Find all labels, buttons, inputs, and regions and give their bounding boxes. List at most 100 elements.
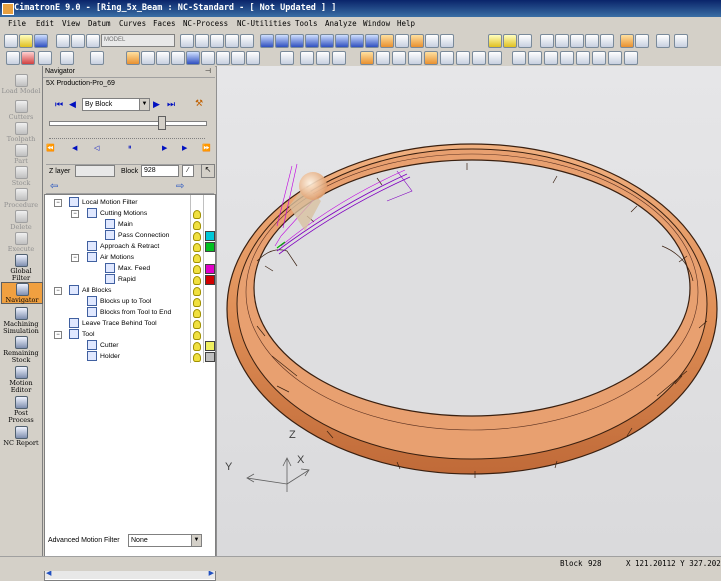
composite-icon[interactable]: [528, 51, 542, 65]
block-input[interactable]: 928: [141, 165, 179, 177]
menu-nc-process[interactable]: NC-Process: [183, 19, 228, 28]
ring-model-canvas[interactable]: Z Y X: [217, 66, 721, 556]
view-user-icon[interactable]: [365, 34, 379, 48]
sketch-icon[interactable]: [280, 51, 294, 65]
global-filter-button[interactable]: Global Filter: [1, 254, 41, 282]
menu-analyze[interactable]: Analyze: [325, 19, 357, 28]
paste-icon[interactable]: [86, 34, 100, 48]
back-arrow-icon[interactable]: [540, 34, 554, 48]
menu-edit[interactable]: Edit: [36, 19, 54, 28]
menu-view[interactable]: View: [62, 19, 80, 28]
boundary-icon[interactable]: [560, 51, 574, 65]
axes-icon[interactable]: [656, 34, 670, 48]
open-folder-icon[interactable]: [19, 34, 33, 48]
visibility-bulb-icon[interactable]: [193, 309, 201, 318]
filter-select-icon[interactable]: [90, 51, 104, 65]
undo-icon[interactable]: [38, 51, 52, 65]
play-icon[interactable]: ▶: [162, 144, 168, 152]
chevron-down-icon[interactable]: ▼: [191, 535, 201, 546]
procedure-button[interactable]: Procedure: [1, 188, 41, 209]
pick-cursor-icon[interactable]: ↖: [201, 164, 215, 178]
last-step-icon[interactable]: ⏭: [167, 99, 175, 110]
pause-icon[interactable]: ⏸: [128, 144, 133, 152]
graphics-viewport[interactable]: Z Y X: [216, 66, 721, 556]
load-model-button[interactable]: Load Model: [1, 74, 41, 95]
menu-datum[interactable]: Datum: [88, 19, 111, 28]
info-icon[interactable]: [186, 51, 200, 65]
polyline-icon[interactable]: [332, 51, 346, 65]
extend-icon[interactable]: [472, 51, 486, 65]
pan-icon[interactable]: [240, 34, 254, 48]
visibility-bulb-icon[interactable]: [193, 276, 201, 285]
menu-curves[interactable]: Curves: [119, 19, 146, 28]
curve-active-icon[interactable]: [360, 51, 374, 65]
copy-icon[interactable]: [71, 34, 85, 48]
blend-icon[interactable]: [592, 51, 606, 65]
nc-active-icon[interactable]: [126, 51, 140, 65]
tool-icon[interactable]: [624, 51, 638, 65]
visibility-icon[interactable]: [518, 34, 532, 48]
motion-editor-button[interactable]: Motion Editor: [1, 366, 41, 394]
tree-item[interactable]: Approach & Retract: [45, 241, 215, 252]
layer-combo[interactable]: MODEL: [101, 34, 175, 47]
show-hide-icon[interactable]: [503, 34, 517, 48]
tool-display-icon[interactable]: ⚒: [195, 98, 207, 110]
visibility-bulb-icon[interactable]: [193, 331, 201, 340]
drive-icon[interactable]: [608, 51, 622, 65]
remaining-stock-button[interactable]: Remaining Stock: [1, 336, 41, 364]
rewind-icon[interactable]: ◀: [72, 144, 78, 152]
nc-list-icon[interactable]: [156, 51, 170, 65]
display-mode-icon[interactable]: [440, 34, 454, 48]
tree-item[interactable]: − Air Motions: [45, 252, 213, 263]
mirror-icon[interactable]: [456, 51, 470, 65]
forward-arrow-icon[interactable]: ⇨: [176, 181, 184, 192]
paint-icon[interactable]: [674, 34, 688, 48]
color-swatch[interactable]: [205, 264, 215, 274]
visibility-bulb-icon[interactable]: [193, 210, 201, 219]
visibility-bulb-icon[interactable]: [193, 353, 201, 362]
block-edit-icon[interactable]: ⁄: [182, 165, 194, 177]
progress-slider-thumb[interactable]: [158, 116, 167, 130]
zoom-icon[interactable]: [225, 34, 239, 48]
offset-icon[interactable]: [440, 51, 454, 65]
back-arrow-icon[interactable]: ⇦: [50, 181, 58, 192]
collapse-toggle[interactable]: −: [71, 254, 79, 262]
view-front-icon[interactable]: [275, 34, 289, 48]
light-bulb-icon[interactable]: [488, 34, 502, 48]
line-icon[interactable]: [300, 51, 314, 65]
render-mode-icon[interactable]: [410, 34, 424, 48]
datum-icon[interactable]: [246, 51, 260, 65]
menu-window[interactable]: Window: [363, 19, 390, 28]
visibility-bulb-icon[interactable]: [193, 287, 201, 296]
fast-rewind-icon[interactable]: ⏪: [46, 144, 56, 152]
wireframe-icon[interactable]: [395, 34, 409, 48]
layers-icon[interactable]: [600, 34, 614, 48]
collapse-toggle[interactable]: −: [54, 287, 62, 295]
view-back-icon[interactable]: [335, 34, 349, 48]
visibility-bulb-icon[interactable]: [193, 320, 201, 329]
color-swatch[interactable]: [205, 275, 215, 285]
trim-icon[interactable]: [376, 51, 390, 65]
tree-item[interactable]: Pass Connection: [45, 230, 215, 241]
pattern-icon[interactable]: [488, 51, 502, 65]
visibility-bulb-icon[interactable]: [193, 221, 201, 230]
advanced-filter-select[interactable]: None ▼: [128, 534, 202, 547]
step-mode-select[interactable]: By Block ▼: [82, 98, 150, 111]
chain-icon[interactable]: [512, 51, 526, 65]
nc-report-button[interactable]: NC Report: [1, 426, 41, 447]
chevron-down-icon[interactable]: ▼: [139, 99, 149, 110]
delete-button[interactable]: Delete: [1, 210, 41, 231]
post-process-button[interactable]: Post Process: [1, 396, 41, 424]
grid-icon[interactable]: [216, 51, 230, 65]
save-icon[interactable]: [34, 34, 48, 48]
rotate-icon[interactable]: [424, 51, 438, 65]
home-icon[interactable]: [620, 34, 634, 48]
tree-item[interactable]: Blocks from Tool to End: [45, 307, 213, 318]
tree-item[interactable]: − Cutting Motions: [45, 208, 213, 219]
zoom-window-icon[interactable]: [180, 34, 194, 48]
visibility-bulb-icon[interactable]: [193, 298, 201, 307]
next-step-icon[interactable]: ▶: [153, 99, 160, 110]
collapse-toggle[interactable]: −: [54, 199, 62, 207]
view-right-icon[interactable]: [305, 34, 319, 48]
shaded-icon[interactable]: [380, 34, 394, 48]
